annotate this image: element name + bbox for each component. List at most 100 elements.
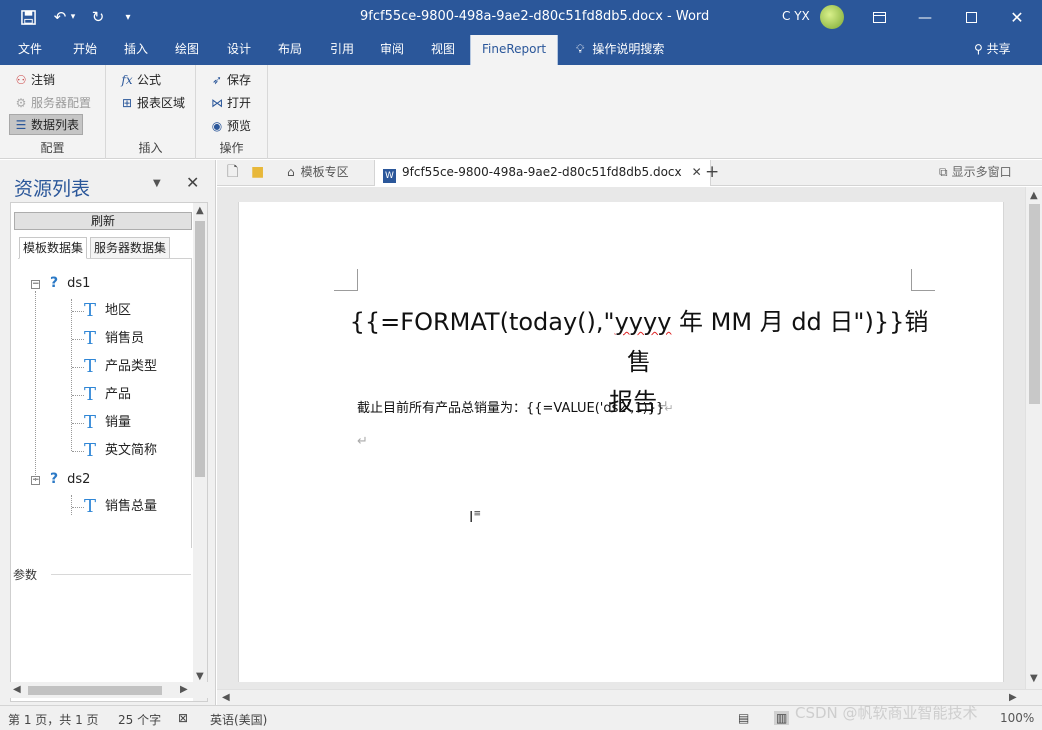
maximize-icon[interactable]: [948, 0, 994, 35]
multi-window-label: 显示多窗口: [951, 165, 1012, 179]
heading-text: 年 MM 月 dd 日")}}销售: [627, 308, 929, 376]
scroll-thumb[interactable]: [28, 686, 162, 695]
minimize-icon[interactable]: —: [902, 0, 948, 35]
print-layout-icon[interactable]: ▥: [774, 711, 790, 725]
tree-field[interactable]: T 销售员: [84, 329, 144, 349]
ribbon: ⚇ 注销 ⚙ 服务器配置 ☰ 数据列表 配置 fx 公式 ⊞ 报表区域 插入 ➶ 保存 ⋈ 打…: [0, 65, 1042, 159]
params-label: 参数: [13, 568, 38, 582]
scroll-left-icon[interactable]: ◀: [13, 684, 21, 695]
proofing-icon[interactable]: ⊠: [178, 711, 188, 725]
tab-server-datasets[interactable]: 服务器数据集: [90, 237, 171, 259]
scroll-down-icon[interactable]: ▼: [196, 671, 204, 682]
tree-node-ds2[interactable]: −? ds2: [31, 469, 90, 489]
read-mode-icon[interactable]: ▤: [738, 711, 749, 725]
tab-view[interactable]: 视图: [425, 35, 461, 65]
dataset-tree: −? ds1 T 地区 T 销售员 T 产品类型 T 产品 T 销量 T 英文简称 −? ds2…: [18, 258, 192, 548]
dataset-name: ds2: [67, 472, 91, 487]
text-field-icon: T: [84, 356, 97, 377]
language[interactable]: 英语(美国): [210, 711, 267, 728]
scroll-up-icon[interactable]: ▲: [196, 205, 204, 216]
field-label: 销量: [105, 415, 132, 430]
collapse-icon[interactable]: −: [31, 280, 40, 289]
redo-icon[interactable]: ↻: [84, 6, 112, 28]
open-label: 打开: [227, 96, 252, 110]
scroll-right-icon[interactable]: ▶: [180, 684, 188, 695]
page-count[interactable]: 第 1 页，共 1 页: [8, 711, 99, 728]
close-icon[interactable]: ✕: [994, 0, 1040, 35]
document-vertical-scrollbar[interactable]: ▲ ▼: [1025, 187, 1042, 689]
field-label: 产品: [105, 387, 132, 402]
refresh-button[interactable]: 刷新: [14, 212, 192, 230]
tab-template-datasets[interactable]: 模板数据集: [19, 237, 88, 259]
save-button[interactable]: ➶ 保存: [206, 69, 254, 90]
collapse-icon[interactable]: −: [31, 476, 40, 485]
group-label-operate: 操作: [219, 141, 244, 155]
zoom-level[interactable]: 100%: [1000, 711, 1034, 725]
scroll-thumb[interactable]: [1029, 204, 1040, 404]
divider: [51, 574, 191, 575]
logout-button[interactable]: ⚇ 注销: [10, 69, 58, 90]
tab-references[interactable]: 引用: [324, 35, 360, 65]
preview-button[interactable]: ◉ 预览: [206, 115, 254, 136]
tab-layout[interactable]: 布局: [272, 35, 308, 65]
lightbulb-icon: 💡︎: [576, 42, 585, 56]
scroll-up-icon[interactable]: ▲: [1030, 190, 1038, 201]
panel-vertical-scrollbar[interactable]: ▲ ▼: [193, 203, 207, 701]
document-tabs: 🗋︎ ■ ⌂ 模板专区 W 9fcf55ce-9800-498a-9ae2-d80c…: [217, 160, 1042, 186]
tab-template-zone[interactable]: ⌂ 模板专区: [287, 160, 349, 186]
tab-design[interactable]: 设计: [221, 35, 257, 65]
scroll-right-icon[interactable]: ▶: [1009, 692, 1017, 703]
document-paragraph[interactable]: 截止目前所有产品总销量为：{{=VALUE('ds2',1)}}↵: [357, 397, 673, 416]
customize-toolbar-icon[interactable]: ▾: [114, 6, 142, 28]
user-name[interactable]: C YX: [782, 9, 810, 23]
panel-close-icon[interactable]: ✕: [186, 173, 199, 192]
report-area-button[interactable]: ⊞ 报表区域: [116, 92, 188, 113]
tab-file[interactable]: 文件: [12, 35, 48, 65]
tree-field[interactable]: T 产品: [84, 385, 131, 405]
tab-finereport[interactable]: FineReport: [470, 35, 559, 65]
tab-document[interactable]: W 9fcf55ce-9800-498a-9ae2-d80c51fd8db5.do…: [374, 160, 711, 186]
tree-field[interactable]: T 英文简称: [84, 441, 157, 461]
data-list-label: 数据列表: [31, 118, 80, 132]
undo-dropdown-icon[interactable]: ▾: [66, 6, 80, 28]
tab-home[interactable]: 开始: [67, 35, 103, 65]
save-icon[interactable]: [14, 6, 42, 28]
ribbon-display-icon[interactable]: [856, 0, 902, 35]
avatar[interactable]: [820, 5, 844, 29]
tree-field[interactable]: T 产品类型: [84, 357, 157, 377]
data-list-button[interactable]: ☰ 数据列表: [9, 114, 84, 135]
word-doc-icon: W: [383, 169, 396, 183]
spelling-flag: yyyy: [614, 308, 672, 336]
window-title: 9fcf55ce-9800-498a-9ae2-d80c51fd8db5.doc…: [360, 9, 710, 24]
multi-window-button[interactable]: ⧉ 显示多窗口: [939, 160, 1012, 186]
tab-draw[interactable]: 绘图: [169, 35, 205, 65]
formula-button[interactable]: fx 公式: [116, 69, 164, 90]
scroll-left-icon[interactable]: ◀: [222, 692, 230, 703]
close-tab-icon[interactable]: ✕: [692, 165, 702, 179]
tree-field[interactable]: T 地区: [84, 301, 131, 321]
tab-review[interactable]: 审阅: [374, 35, 410, 65]
text-field-icon: T: [84, 328, 97, 349]
folder-icon[interactable]: ■: [251, 160, 264, 186]
tell-me-search[interactable]: 💡︎ 操作说明搜索: [570, 35, 670, 65]
save-label: 保存: [227, 73, 252, 87]
open-button[interactable]: ⋈ 打开: [206, 92, 254, 113]
add-tab-icon[interactable]: +: [705, 160, 719, 186]
text-field-icon: T: [84, 412, 97, 433]
tab-insert[interactable]: 插入: [118, 35, 154, 65]
scroll-thumb[interactable]: [195, 221, 205, 477]
word-count[interactable]: 25 个字: [118, 711, 161, 728]
tree-node-ds1[interactable]: −? ds1: [31, 273, 90, 293]
server-config-button[interactable]: ⚙ 服务器配置: [10, 92, 94, 113]
panel-options-icon[interactable]: ▼: [153, 178, 161, 189]
tree-field[interactable]: T 销量: [84, 413, 131, 433]
share-button[interactable]: ⚲ 共享: [968, 35, 1017, 65]
panel-title: 资源列表: [14, 178, 91, 200]
scroll-down-icon[interactable]: ▼: [1030, 673, 1038, 684]
document-page[interactable]: {{=FORMAT(today(),"yyyy 年 MM 月 dd 日")}}销…: [238, 202, 1004, 682]
text-field-icon: T: [84, 300, 97, 321]
panel-horizontal-scrollbar[interactable]: ◀ ▶: [10, 682, 208, 698]
tree-field[interactable]: T 销售总量: [84, 497, 157, 517]
new-document-icon[interactable]: 🗋︎: [227, 160, 238, 186]
list-icon: ☰: [15, 117, 27, 132]
